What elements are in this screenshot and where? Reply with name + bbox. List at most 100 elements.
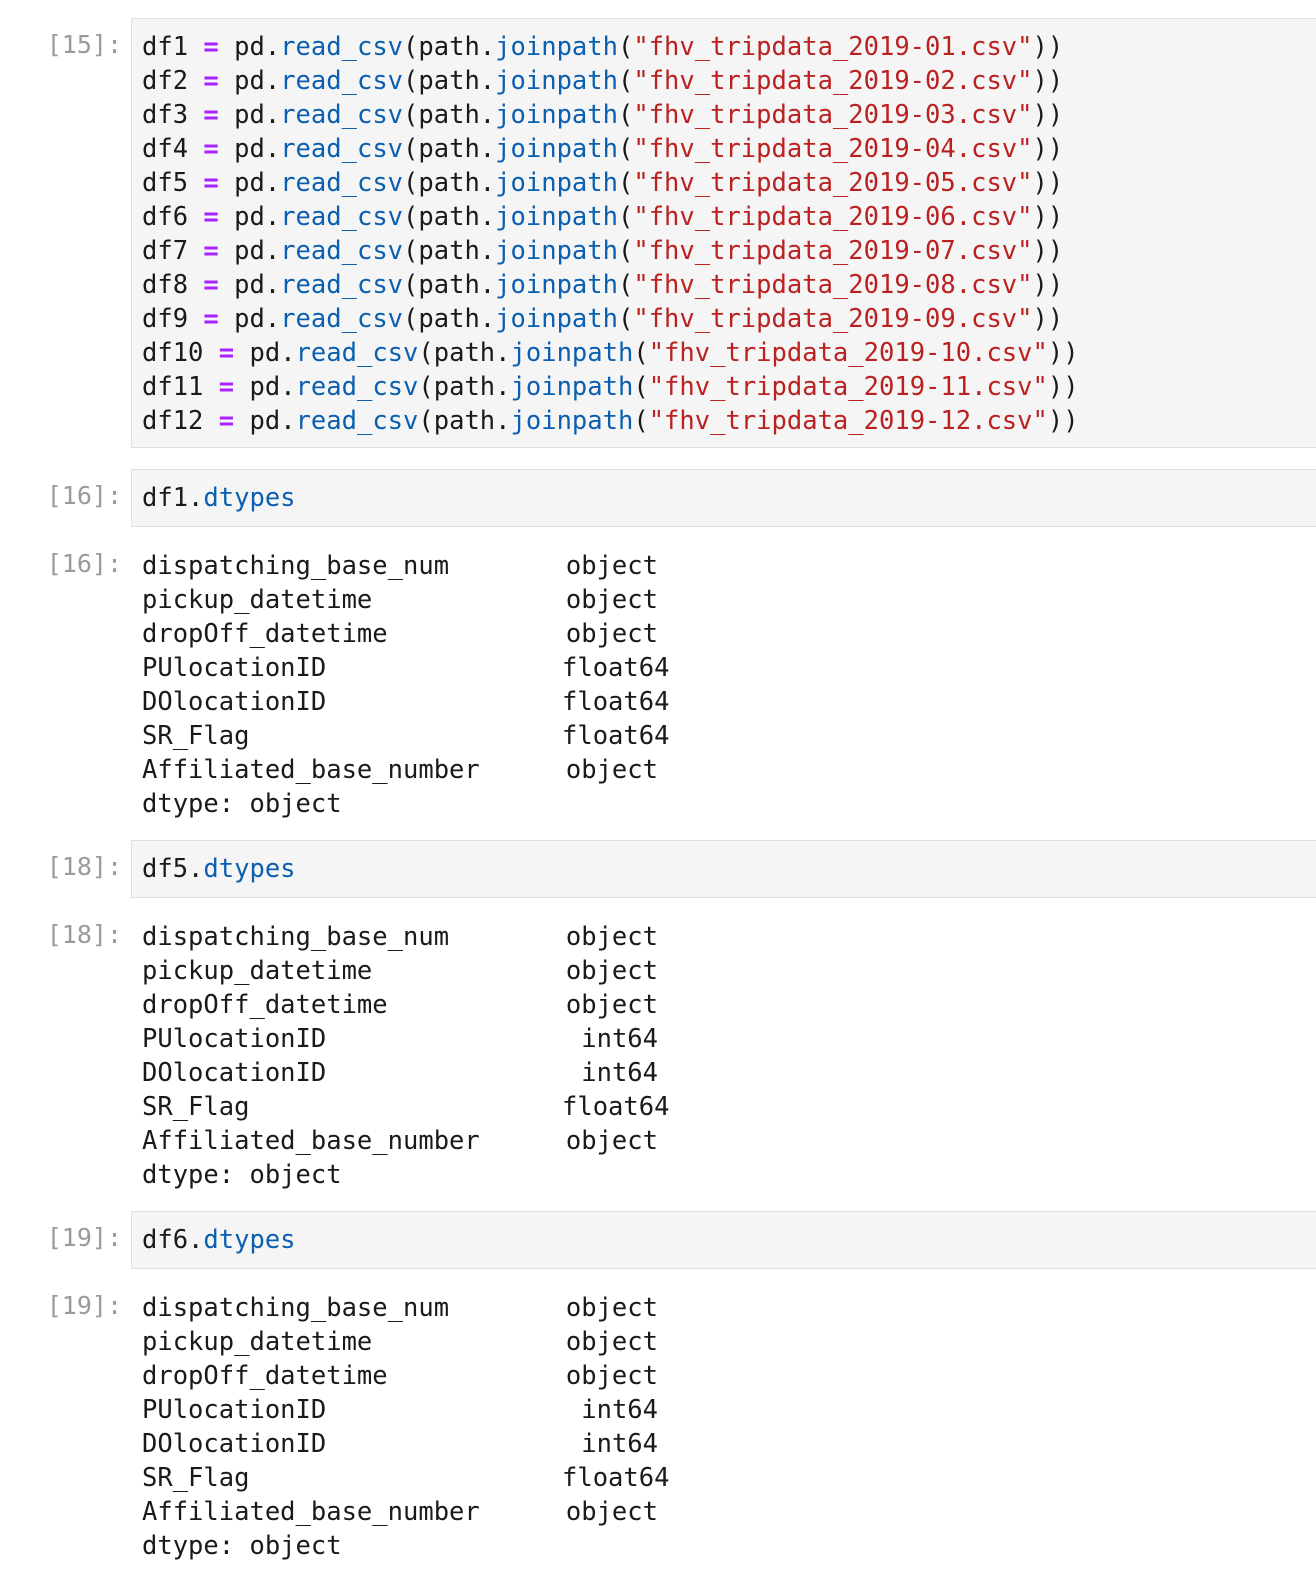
column-dtype: int64 bbox=[581, 1058, 658, 1088]
code-input-area[interactable] bbox=[131, 469, 1316, 527]
code-paren: )) bbox=[1032, 168, 1064, 198]
column-dtype: object bbox=[565, 1327, 658, 1357]
dtype-row: dispatching_base_num object bbox=[142, 549, 658, 583]
code-object: path. bbox=[418, 66, 496, 96]
code-paren: ( bbox=[418, 372, 434, 402]
code-operator: = bbox=[203, 32, 219, 62]
column-dtype: object bbox=[565, 922, 658, 952]
code-module: pd. bbox=[234, 236, 281, 266]
code-paren: )) bbox=[1032, 236, 1064, 266]
code-input-area[interactable] bbox=[131, 840, 1316, 898]
code-paren: ( bbox=[633, 372, 649, 402]
code-paren: )) bbox=[1032, 270, 1064, 300]
code-variable: df11 bbox=[142, 372, 204, 402]
column-dtype: object bbox=[565, 1361, 658, 1391]
dtype-row: PUlocationID float64 bbox=[142, 651, 669, 685]
code-function: joinpath bbox=[495, 134, 618, 164]
code-function: read_csv bbox=[295, 406, 419, 436]
code-paren: )) bbox=[1032, 304, 1064, 334]
code-line: df12 = pd.read_csv(path.joinpath("fhv_tr… bbox=[142, 404, 1079, 438]
code-paren: ( bbox=[617, 270, 634, 300]
code-string: "fhv_tripdata_2019-08.csv" bbox=[633, 270, 1033, 300]
code-function: joinpath bbox=[495, 100, 618, 130]
code-object: path. bbox=[418, 100, 496, 130]
code-variable: df3 bbox=[142, 100, 189, 130]
column-name: Affiliated_base_number bbox=[142, 1497, 480, 1527]
code-string: "fhv_tripdata_2019-07.csv" bbox=[633, 236, 1033, 266]
code-object: df1. bbox=[142, 483, 204, 513]
code-function: joinpath bbox=[510, 372, 634, 402]
code-line: df5 = pd.read_csv(path.joinpath("fhv_tri… bbox=[142, 166, 1063, 200]
column-name: SR_Flag bbox=[142, 721, 250, 751]
dtype-row: SR_Flag float64 bbox=[142, 719, 669, 753]
dtype-row: DOlocationID int64 bbox=[142, 1427, 658, 1461]
column-name: dropOff_datetime bbox=[142, 619, 388, 649]
column-name: dropOff_datetime bbox=[142, 990, 388, 1020]
column-dtype: object bbox=[565, 1293, 658, 1323]
code-paren: ( bbox=[403, 100, 419, 130]
code-string: "fhv_tripdata_2019-11.csv" bbox=[648, 372, 1048, 402]
code-module: pd. bbox=[234, 304, 281, 334]
code-string: "fhv_tripdata_2019-02.csv" bbox=[633, 66, 1033, 96]
output-prompt: [16]: bbox=[46, 549, 122, 578]
code-string: "fhv_tripdata_2019-10.csv" bbox=[648, 338, 1048, 368]
dtype-row: SR_Flag float64 bbox=[142, 1090, 669, 1124]
code-object: path. bbox=[418, 134, 496, 164]
code-object: df5. bbox=[142, 854, 204, 884]
code-line: df2 = pd.read_csv(path.joinpath("fhv_tri… bbox=[142, 64, 1063, 98]
column-name: pickup_datetime bbox=[142, 1327, 373, 1357]
code-module: pd. bbox=[234, 168, 281, 198]
code-paren: ( bbox=[617, 100, 634, 130]
code-object: path. bbox=[418, 236, 496, 266]
output-prompt: [19]: bbox=[46, 1291, 122, 1320]
code-object: df6. bbox=[142, 1225, 204, 1255]
dtype-row: Affiliated_base_number object bbox=[142, 753, 658, 787]
dtype-footer: dtype: object bbox=[142, 1160, 342, 1190]
code-paren: )) bbox=[1032, 32, 1064, 62]
code-function: joinpath bbox=[510, 406, 634, 436]
code-function: joinpath bbox=[495, 270, 618, 300]
code-object: path. bbox=[418, 270, 496, 300]
code-variable: df10 bbox=[142, 338, 204, 368]
dtype-row: dropOff_datetime object bbox=[142, 617, 658, 651]
column-name: dispatching_base_num bbox=[142, 922, 450, 952]
column-name: PUlocationID bbox=[142, 653, 327, 683]
code-variable: df7 bbox=[142, 236, 189, 266]
code-paren: )) bbox=[1047, 372, 1079, 402]
code-object: path. bbox=[418, 304, 496, 334]
code-operator: = bbox=[203, 168, 219, 198]
code-paren: ( bbox=[403, 134, 419, 164]
code-object: path. bbox=[433, 372, 511, 402]
code-line: df3 = pd.read_csv(path.joinpath("fhv_tri… bbox=[142, 98, 1063, 132]
code-module: pd. bbox=[249, 338, 296, 368]
dtype-row: dispatching_base_num object bbox=[142, 920, 658, 954]
dtype-row: DOlocationID float64 bbox=[142, 685, 670, 719]
code-line: df10 = pd.read_csv(path.joinpath("fhv_tr… bbox=[142, 336, 1079, 370]
code-function: read_csv bbox=[280, 66, 404, 96]
column-name: dropOff_datetime bbox=[142, 1361, 388, 1391]
code-line: df7 = pd.read_csv(path.joinpath("fhv_tri… bbox=[142, 234, 1063, 268]
column-name: pickup_datetime bbox=[142, 585, 373, 615]
code-variable: df6 bbox=[142, 202, 189, 232]
code-function: read_csv bbox=[280, 202, 404, 232]
code-input-area[interactable] bbox=[131, 1211, 1316, 1269]
code-variable: df1 bbox=[142, 32, 189, 62]
code-function: read_csv bbox=[280, 270, 404, 300]
code-paren: )) bbox=[1047, 406, 1079, 436]
code-attribute: dtypes bbox=[203, 1225, 296, 1255]
code-line: df4 = pd.read_csv(path.joinpath("fhv_tri… bbox=[142, 132, 1063, 166]
code-string: "fhv_tripdata_2019-05.csv" bbox=[633, 168, 1033, 198]
code-line: df9 = pd.read_csv(path.joinpath("fhv_tri… bbox=[142, 302, 1063, 336]
code-paren: )) bbox=[1047, 338, 1079, 368]
dtype-row: dropOff_datetime object bbox=[142, 1359, 658, 1393]
column-dtype: object bbox=[565, 585, 658, 615]
column-dtype: float64 bbox=[562, 687, 670, 717]
